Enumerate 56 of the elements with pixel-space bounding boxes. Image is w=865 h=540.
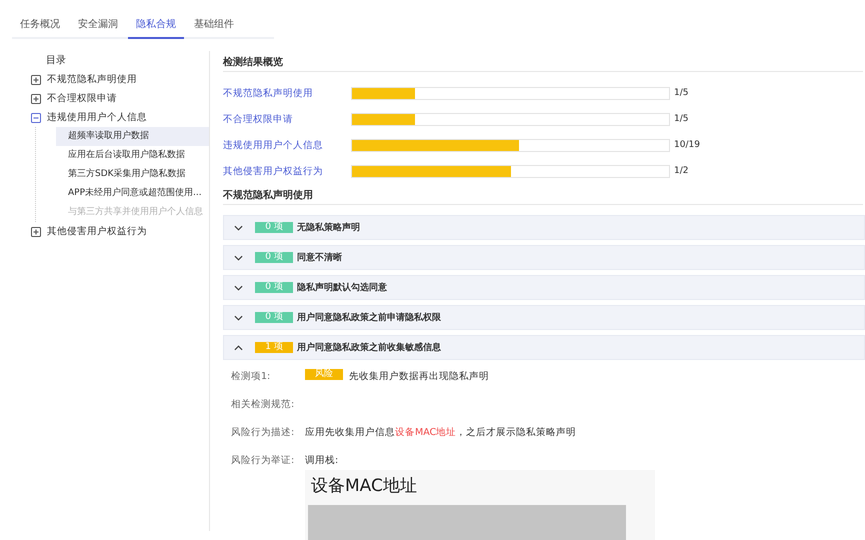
- progress-reading: 1/2: [674, 166, 688, 176]
- toggle-icon[interactable]: [31, 226, 41, 236]
- chevron-icon: [234, 284, 243, 290]
- toggle-icon[interactable]: [31, 112, 41, 122]
- accordion-title: 用户同意隐私政策之前申请隐私权限: [297, 311, 441, 324]
- toggle-icon[interactable]: [31, 94, 41, 104]
- risk-tag: 风险: [305, 369, 343, 380]
- tab[interactable]: 安全漏洞: [70, 12, 126, 39]
- accordion-header[interactable]: 1 项 用户同意隐私政策之前收集敏感信息: [223, 335, 865, 360]
- tab[interactable]: 任务概况: [12, 12, 68, 39]
- tab[interactable]: 隐私合规: [128, 12, 184, 39]
- tree-subitem[interactable]: 超频率读取用户数据: [56, 127, 209, 146]
- tree-subitem[interactable]: APP未经用户同意或超范围使用...: [56, 184, 209, 203]
- risk-description: 应用先收集用户信息设备MAC地址，之后才展示隐私策略声明: [305, 426, 576, 439]
- accordion-title: 同意不清晰: [297, 251, 342, 264]
- count-badge: 0 项: [255, 252, 293, 263]
- field-label: 风险行为举证:: [231, 454, 296, 467]
- tab[interactable]: 基础组件: [186, 12, 242, 39]
- stack-label: 调用栈:: [305, 454, 340, 467]
- tree-item[interactable]: 不合理权限申请: [47, 92, 117, 105]
- field-label: 相关检测规范:: [231, 398, 296, 411]
- progress-reading: 1/5: [674, 114, 688, 124]
- chevron-icon: [234, 344, 243, 350]
- chevron-icon: [234, 314, 243, 320]
- accordion-title: 无隐私策略声明: [297, 221, 360, 234]
- check-text: 先收集用户数据再出现隐私声明: [349, 370, 489, 383]
- count-badge: 0 项: [255, 282, 293, 293]
- field-label: 风险行为描述:: [231, 426, 296, 439]
- field-label: 检测项1:: [231, 370, 272, 383]
- category-link[interactable]: 违规使用用户个人信息: [223, 138, 351, 152]
- category-link[interactable]: 不合理权限申请: [223, 112, 351, 126]
- tree-item[interactable]: 违规使用用户个人信息: [47, 111, 147, 124]
- category-link[interactable]: 不规范隐私声明使用: [223, 86, 351, 100]
- toggle-icon[interactable]: [31, 74, 41, 84]
- section-heading: 不规范隐私声明使用: [223, 188, 863, 205]
- tree-subitem[interactable]: 应用在后台读取用户隐私数据: [56, 146, 209, 165]
- progress-reading: 10/19: [674, 140, 700, 150]
- chevron-icon: [234, 254, 243, 260]
- progress-reading: 1/5: [674, 88, 688, 98]
- section-heading: 检测结果概览: [223, 55, 863, 72]
- count-badge: 1 项: [255, 342, 293, 353]
- stack-title: 设备MAC地址: [310, 475, 418, 497]
- count-badge: 0 项: [255, 222, 293, 233]
- sidebar-title: 目录: [45, 54, 67, 68]
- tree-item[interactable]: 其他侵害用户权益行为: [47, 225, 147, 238]
- accordion-header[interactable]: 0 项 无隐私策略声明: [223, 215, 865, 240]
- accordion-header[interactable]: 0 项 隐私声明默认勾选同意: [223, 275, 865, 300]
- tree-subitem[interactable]: 第三方SDK采集用户隐私数据: [56, 165, 209, 184]
- count-badge: 0 项: [255, 312, 293, 323]
- accordion-title: 隐私声明默认勾选同意: [297, 281, 387, 294]
- accordion-header[interactable]: 0 项 同意不清晰: [223, 245, 865, 270]
- category-link[interactable]: 其他侵害用户权益行为: [223, 164, 351, 178]
- accordion-header[interactable]: 0 项 用户同意隐私政策之前申请隐私权限: [223, 305, 865, 330]
- chevron-icon: [234, 224, 243, 230]
- tree-item[interactable]: 不规范隐私声明使用: [47, 73, 137, 86]
- accordion-title: 用户同意隐私政策之前收集敏感信息: [297, 341, 441, 354]
